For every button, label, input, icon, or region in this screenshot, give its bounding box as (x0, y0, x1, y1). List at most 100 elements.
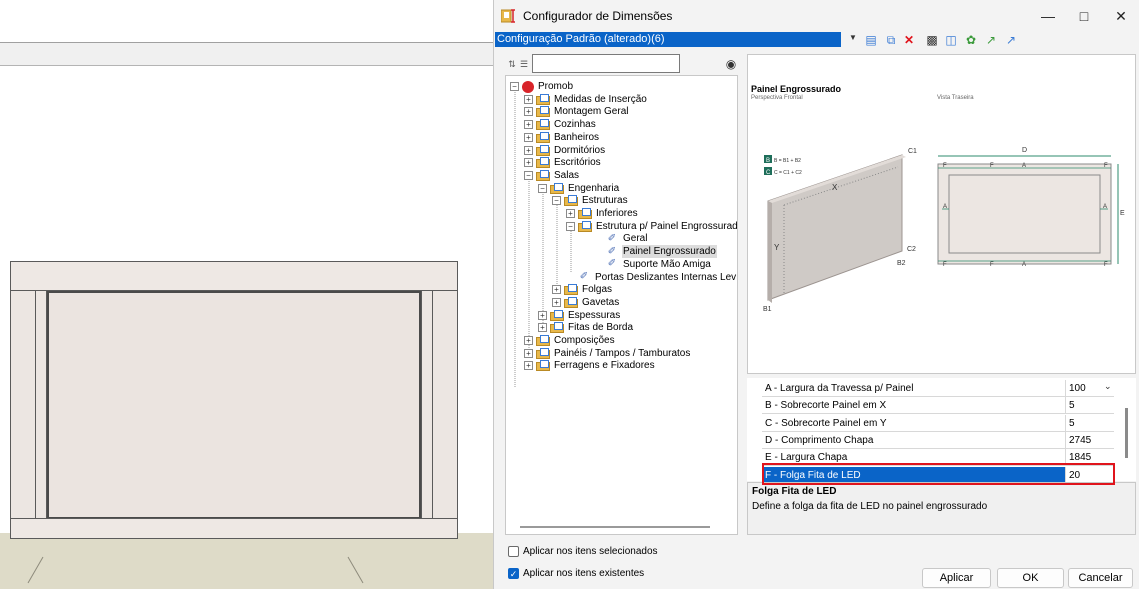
minimize-button[interactable]: — (1030, 0, 1066, 32)
property-scrollbar[interactable] (1125, 408, 1128, 458)
preview-image: Painel Engrossurado Perspectiva Frontal … (747, 54, 1136, 374)
description-title: Folga Fita de LED (752, 486, 837, 497)
tree-item-label: Promob (538, 81, 574, 92)
apply-selected-checkbox[interactable] (508, 546, 519, 557)
3d-viewport[interactable] (0, 0, 493, 589)
tree-item[interactable]: − Engenharia (538, 182, 620, 195)
folder-icon (578, 208, 592, 219)
tree-item[interactable]: + Banheiros (524, 131, 600, 144)
binoculars-icon[interactable]: ◉ (723, 56, 739, 72)
expand-icon[interactable]: + (524, 94, 533, 104)
expand-icon[interactable]: + (524, 120, 533, 130)
tree-item[interactable]: + Fitas de Borda (538, 321, 634, 334)
filter-icon[interactable]: ☰ (516, 56, 532, 72)
expand-icon[interactable]: + (524, 348, 533, 358)
property-value[interactable]: 5 (1065, 397, 1113, 415)
tree-item[interactable]: − Estruturas (552, 194, 629, 207)
expand-icon[interactable]: + (524, 132, 533, 142)
collapse-icon[interactable]: − (552, 196, 561, 206)
tree-item[interactable]: + Cozinhas (524, 118, 597, 131)
tree-item-label: Portas Deslizantes Internas Lev (595, 271, 737, 283)
viewport-band (0, 43, 493, 66)
property-row[interactable]: A - Largura da Travessa p/ Painel 100 (762, 380, 1114, 397)
tree-view[interactable]: − Promob + Medidas de Inserção + Montagem Ger… (505, 75, 738, 535)
tree-item[interactable]: − Salas (524, 169, 580, 182)
tree-item-label: Fitas de Borda (568, 322, 634, 334)
tree-item[interactable]: + Folgas (552, 283, 613, 296)
property-name: A - Largura da Travessa p/ Painel (765, 383, 914, 394)
ok-button[interactable]: OK (997, 568, 1064, 588)
tree-item[interactable]: ✐ Painel Engrossurado (594, 245, 717, 259)
expand-icon[interactable]: + (524, 361, 533, 371)
configuration-select[interactable]: Configuração Padrão (alterado)(6) (495, 32, 841, 47)
close-button[interactable]: ✕ (1103, 0, 1139, 32)
tree-item[interactable]: + Dormitórios (524, 144, 606, 157)
chevron-down-icon[interactable]: ▼ (849, 33, 857, 42)
tree-item[interactable]: − Promob (510, 80, 574, 93)
tree-item[interactable]: − Estrutura p/ Painel Engrossurad (566, 220, 737, 233)
tree-item-label: Montagem Geral (554, 106, 629, 118)
tree-item[interactable]: + Medidas de Inserção (524, 93, 648, 106)
tree-item[interactable]: + Inferiores (566, 207, 639, 220)
tree-horizontal-scrollbar[interactable] (520, 526, 710, 528)
cabinet-model[interactable] (10, 261, 458, 539)
expand-icon[interactable]: + (524, 107, 533, 117)
tree-item[interactable]: + Montagem Geral (524, 105, 629, 118)
collapse-icon[interactable]: − (510, 82, 519, 91)
tree-item[interactable]: ✐ Geral (594, 232, 648, 245)
tree-item[interactable]: ✐ Portas Deslizantes Internas Lev (566, 271, 737, 284)
tree-item[interactable]: + Escritórios (524, 156, 602, 169)
tree-item-label: Estruturas (582, 195, 628, 207)
delete-icon[interactable]: ✕ (901, 32, 917, 48)
tree-item[interactable]: ✐ Suporte Mão Amiga (594, 258, 712, 271)
expand-icon[interactable]: + (552, 297, 561, 307)
wand-alt-icon[interactable]: ↗ (1003, 32, 1019, 48)
label-b2: B2 (897, 260, 906, 267)
property-value[interactable]: 5 (1065, 414, 1113, 432)
expand-icon[interactable]: + (552, 285, 561, 295)
tree-search-input[interactable] (532, 54, 680, 73)
copy-config-icon[interactable]: ⧉ (883, 32, 899, 48)
tree-item[interactable]: + Composições (524, 334, 616, 347)
label-b1: B1 (763, 306, 772, 313)
folder-icon (536, 131, 550, 143)
expand-icon[interactable]: + (524, 158, 533, 168)
property-row[interactable]: D - Comprimento Chapa 2745 (762, 431, 1114, 449)
tree-item-label: Painel Engrossurado (622, 245, 717, 259)
apply-existing-option[interactable]: ✓ Aplicar nos itens existentes (508, 568, 644, 579)
tree-item[interactable]: + Painéis / Tampos / Tamburatos (524, 347, 691, 360)
property-row[interactable]: C - Sobrecorte Painel em Y 5 (762, 414, 1114, 432)
edit-config-icon[interactable]: ▤ (863, 32, 879, 48)
apply-button[interactable]: Aplicar (922, 568, 991, 588)
apply-selected-label: Aplicar nos itens selecionados (523, 546, 658, 557)
label-y: Y (774, 243, 780, 252)
property-name: D - Comprimento Chapa (765, 434, 874, 446)
apply-existing-label: Aplicar nos itens existentes (523, 568, 645, 579)
expand-icon[interactable]: + (538, 310, 547, 320)
property-value[interactable]: 2745 (1065, 431, 1113, 449)
chevron-down-icon[interactable]: ⌄ (1104, 381, 1112, 392)
tree-item-label: Engenharia (568, 182, 620, 194)
expand-icon[interactable]: + (524, 336, 533, 345)
collapse-icon[interactable]: − (566, 221, 575, 231)
save-icon[interactable]: ▩ (924, 32, 940, 48)
tree-item-label: Dormitórios (554, 144, 606, 156)
collapse-icon[interactable]: − (538, 183, 547, 193)
label-c1: C1 (908, 148, 917, 155)
tree-item[interactable]: + Gavetas (552, 296, 620, 309)
expand-icon[interactable]: + (524, 145, 533, 155)
wand-icon[interactable]: ↗ (983, 32, 999, 48)
tree-item[interactable]: + Espessuras (538, 309, 621, 322)
collapse-icon[interactable]: − (524, 170, 533, 180)
expand-icon[interactable]: + (566, 209, 575, 218)
save-as-icon[interactable]: ◫ (943, 32, 959, 48)
expand-icon[interactable]: + (538, 323, 547, 333)
apply-existing-checkbox[interactable]: ✓ (508, 568, 519, 579)
property-row[interactable]: B - Sobrecorte Painel em X 5 (762, 397, 1114, 415)
cancel-button[interactable]: Cancelar (1068, 568, 1133, 588)
tree-item[interactable]: + Ferragens e Fixadores (524, 359, 656, 372)
apply-all-icon[interactable]: ✿ (963, 32, 979, 48)
folder-icon (564, 296, 578, 308)
maximize-button[interactable]: □ (1066, 0, 1102, 32)
apply-selected-option[interactable]: Aplicar nos itens selecionados (508, 546, 658, 557)
